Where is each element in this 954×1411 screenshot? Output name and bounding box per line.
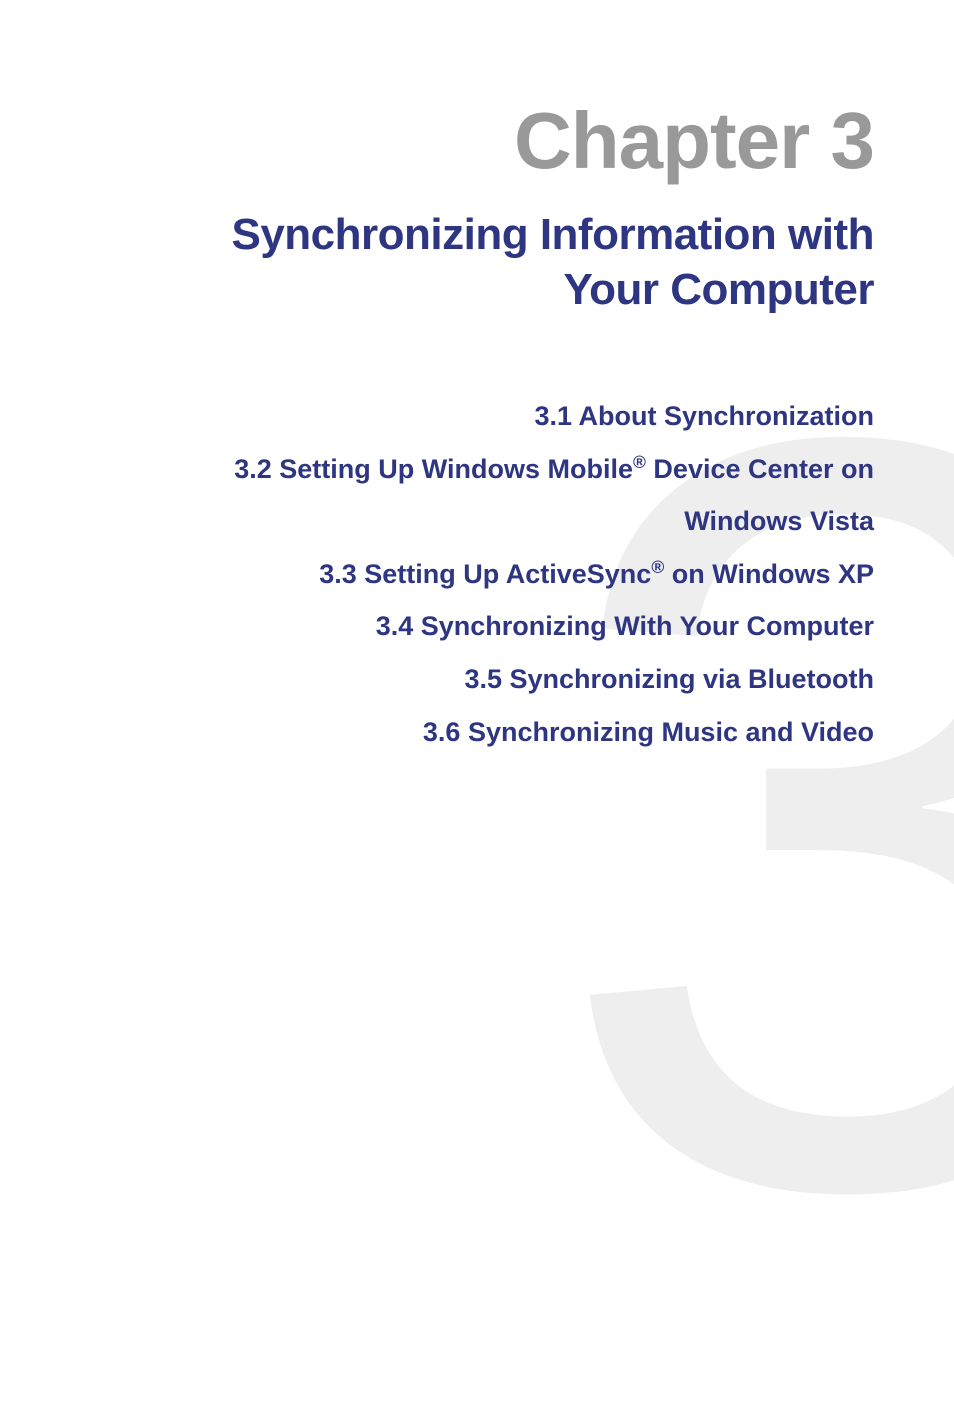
page-content: Chapter 3 Synchronizing Information with… xyxy=(0,0,954,756)
chapter-title-line2: Your Computer xyxy=(564,265,874,314)
registered-mark: ® xyxy=(633,452,646,472)
chapter-heading: Chapter 3 xyxy=(60,95,874,187)
toc-item-5: 3.5 Synchronizing via Bluetooth xyxy=(60,655,874,704)
chapter-title-line1: Synchronizing Information with xyxy=(231,210,874,259)
table-of-contents: 3.1 About Synchronization 3.2 Setting Up… xyxy=(60,392,874,756)
toc-item-3: 3.3 Setting Up ActiveSync® on Windows XP xyxy=(60,550,874,599)
toc-item-2b: Windows Vista xyxy=(60,497,874,546)
toc-item-3-post: on Windows XP xyxy=(664,559,874,589)
toc-item-1: 3.1 About Synchronization xyxy=(60,392,874,441)
toc-item-2-post: Device Center on xyxy=(646,454,874,484)
toc-item-2-pre: 3.2 Setting Up Windows Mobile xyxy=(234,454,633,484)
toc-item-3-pre: 3.3 Setting Up ActiveSync xyxy=(319,559,651,589)
toc-item-2: 3.2 Setting Up Windows Mobile® Device Ce… xyxy=(60,445,874,494)
registered-mark: ® xyxy=(651,557,664,577)
toc-item-4: 3.4 Synchronizing With Your Computer xyxy=(60,602,874,651)
toc-item-6: 3.6 Synchronizing Music and Video xyxy=(60,708,874,757)
chapter-title: Synchronizing Information with Your Comp… xyxy=(60,207,874,317)
